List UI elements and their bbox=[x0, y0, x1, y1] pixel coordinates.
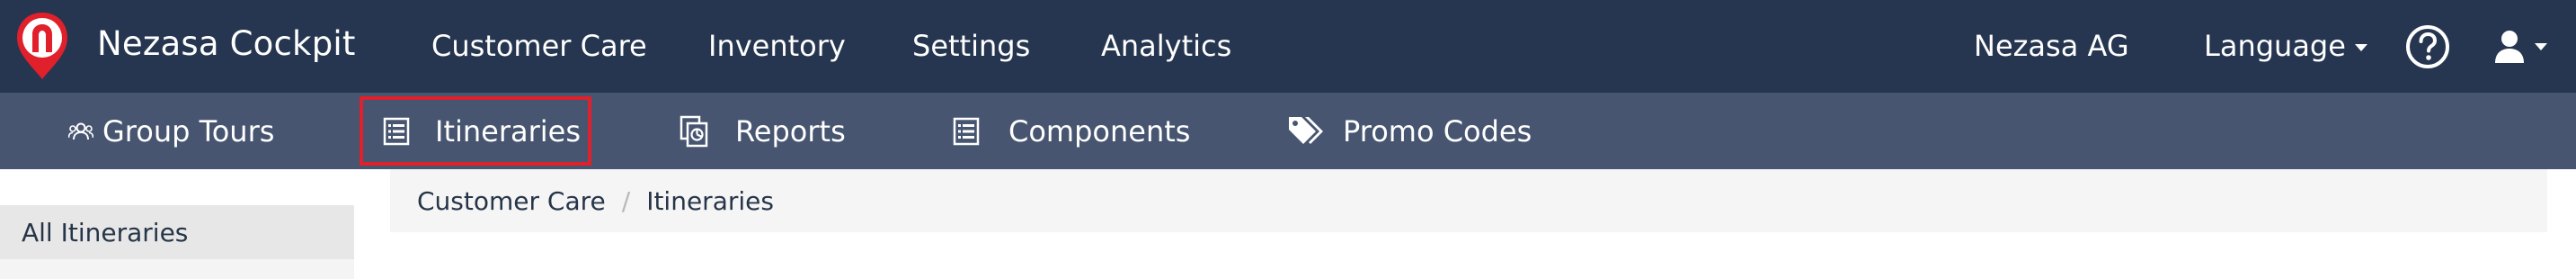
subnav-components[interactable]: Components bbox=[953, 93, 1190, 169]
list-icon bbox=[953, 117, 980, 145]
subnav-label: Reports bbox=[735, 113, 846, 148]
subnav-label: Itineraries bbox=[435, 113, 582, 148]
caret-down-icon bbox=[2535, 43, 2547, 50]
user-menu[interactable] bbox=[2493, 27, 2547, 67]
nav-settings[interactable]: Settings bbox=[912, 25, 1030, 67]
nezasa-logo-icon[interactable] bbox=[14, 11, 70, 81]
list-icon bbox=[383, 117, 410, 145]
question-circle-icon[interactable] bbox=[2405, 24, 2450, 69]
sidebar-background bbox=[0, 259, 354, 279]
reports-icon bbox=[680, 115, 708, 147]
nav-analytics[interactable]: Analytics bbox=[1101, 25, 1231, 67]
subnav-itineraries[interactable]: Itineraries bbox=[360, 96, 591, 166]
users-icon bbox=[68, 122, 93, 140]
sidebar-item-all-itineraries[interactable]: All Itineraries bbox=[0, 205, 354, 259]
brand-name[interactable]: Nezasa Cockpit bbox=[97, 22, 356, 67]
subnav-reports[interactable]: Reports bbox=[680, 93, 846, 169]
subnav-group-tours[interactable]: Group Tours bbox=[68, 93, 274, 169]
subnav-label: Group Tours bbox=[102, 113, 275, 148]
sub-navbar: Group Tours Itineraries Reports Componen… bbox=[0, 93, 2576, 169]
org-name[interactable]: Nezasa AG bbox=[1974, 25, 2129, 67]
language-label: Language bbox=[2204, 29, 2346, 63]
nav-customer-care[interactable]: Customer Care bbox=[431, 25, 647, 67]
sidebar-item-label: All Itineraries bbox=[22, 217, 189, 248]
user-icon bbox=[2495, 31, 2524, 63]
breadcrumb-itineraries: Itineraries bbox=[646, 185, 774, 216]
top-navbar: Nezasa Cockpit Customer Care Inventory S… bbox=[0, 0, 2576, 93]
subnav-label: Components bbox=[1008, 113, 1191, 148]
language-dropdown[interactable]: Language bbox=[2204, 25, 2367, 67]
caret-down-icon bbox=[2354, 44, 2367, 51]
subnav-label: Promo Codes bbox=[1343, 113, 1532, 148]
subnav-promo-codes[interactable]: Promo Codes bbox=[1287, 93, 1532, 169]
nav-inventory[interactable]: Inventory bbox=[708, 25, 846, 67]
breadcrumb-customer-care[interactable]: Customer Care bbox=[417, 186, 606, 216]
breadcrumb: Customer Care / Itineraries bbox=[390, 169, 2547, 232]
tags-icon bbox=[1289, 116, 1323, 144]
breadcrumb-separator: / bbox=[621, 185, 631, 216]
